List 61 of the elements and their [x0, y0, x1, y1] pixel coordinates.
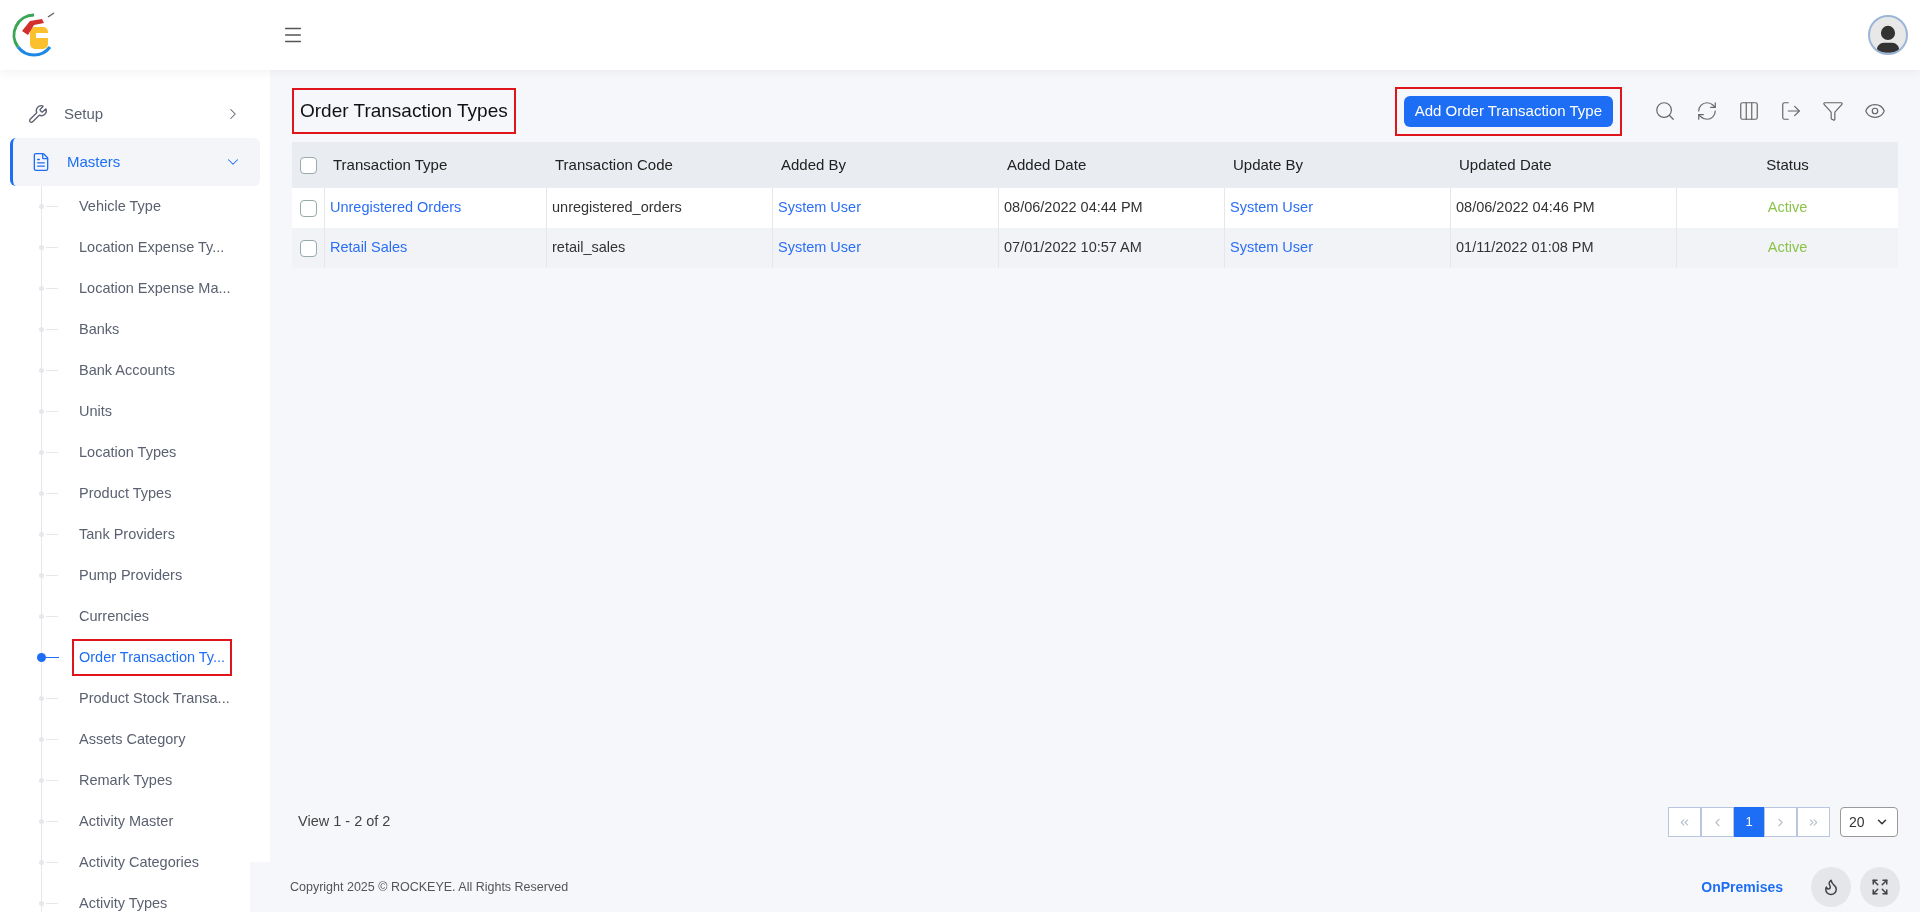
sidebar-subitem[interactable]: Activity Master: [72, 802, 181, 841]
sidebar-subitem[interactable]: Currencies: [72, 597, 157, 636]
column-header: Added By: [781, 155, 847, 173]
sidebar-subitem[interactable]: Location Expense Ma...: [72, 269, 238, 308]
sidebar-subitem[interactable]: Banks: [72, 310, 127, 349]
table-link[interactable]: System User: [1230, 237, 1313, 259]
table-link[interactable]: System User: [778, 237, 861, 259]
table-cell-text: retail_sales: [552, 238, 626, 258]
sidebar-subitem[interactable]: Units: [72, 392, 120, 431]
flame-icon: [1822, 878, 1840, 896]
copyright-text: Copyright 2025 © ROCKEYE. All Rights Reserved: [290, 878, 569, 896]
sidebar-subitem[interactable]: Location Types: [72, 433, 184, 472]
user-avatar[interactable]: [1868, 15, 1908, 55]
deployment-mode: OnPremises: [1701, 877, 1783, 897]
column-header: Added Date: [1007, 155, 1087, 173]
sidebar-subitem[interactable]: Vehicle Type: [72, 187, 168, 226]
select-all-checkbox[interactable]: [300, 156, 317, 174]
sidebar-subitem[interactable]: Order Transaction Ty...: [72, 638, 233, 677]
sidebar-subitem[interactable]: Bank Accounts: [72, 351, 182, 390]
sidebar-subitem[interactable]: Remark Types: [72, 761, 180, 800]
table-cell-text: 01/11/2022 01:08 PM: [1456, 238, 1594, 258]
fullscreen-button[interactable]: [1860, 867, 1900, 907]
column-header: Updated Date: [1459, 155, 1552, 173]
sidebar-subitem[interactable]: Activity Categories: [72, 843, 207, 882]
sidebar-item[interactable]: Setup: [10, 90, 260, 138]
row-checkbox[interactable]: [299, 199, 317, 217]
column-header: Transaction Type: [333, 155, 448, 173]
sidebar-subitem[interactable]: Tank Providers: [72, 515, 182, 554]
expand-icon: [1871, 878, 1889, 896]
status-text: Active: [1767, 198, 1808, 218]
column-header: Update By: [1233, 155, 1304, 173]
table-link[interactable]: System User: [1230, 197, 1313, 219]
tools-icon: [28, 104, 48, 124]
table-link[interactable]: Retail Sales: [330, 237, 408, 259]
sidebar-subitem[interactable]: Product Types: [72, 474, 179, 513]
sidebar-item-label: Setup: [64, 103, 105, 124]
table-cell-text: unregistered_orders: [552, 198, 682, 218]
flame-button[interactable]: [1811, 867, 1851, 907]
add-order-transaction-type-button[interactable]: Add Order Transaction Type: [1403, 95, 1613, 127]
sidebar-item[interactable]: Masters: [10, 138, 260, 186]
records-summary: View 1 - 2 of 2: [298, 812, 391, 832]
sidebar-subitem[interactable]: Activity Types: [72, 884, 175, 912]
page-button[interactable]: 1: [1734, 807, 1764, 837]
page-size-value: 20: [1849, 812, 1865, 832]
sidebar-subitem[interactable]: Location Expense Ty...: [72, 228, 232, 267]
row-checkbox[interactable]: [299, 239, 317, 257]
page-size-select[interactable]: 20: [1840, 807, 1898, 837]
column-header: Transaction Code: [555, 155, 673, 173]
table-link[interactable]: System User: [778, 197, 861, 219]
page-title: Order Transaction Types: [292, 87, 516, 135]
table-cell-text: 08/06/2022 04:44 PM: [1004, 198, 1143, 218]
table-cell-text: 07/01/2022 10:57 AM: [1004, 238, 1142, 258]
document-icon: [31, 152, 51, 172]
table-link[interactable]: Unregistered Orders: [330, 197, 462, 219]
sidebar-subitem[interactable]: Product Stock Transa...: [72, 679, 237, 718]
status-text: Active: [1767, 238, 1808, 258]
table-cell-text: 08/06/2022 04:46 PM: [1456, 198, 1595, 218]
sidebar-item-label: Masters: [67, 151, 122, 172]
column-header: Status: [1766, 155, 1809, 173]
sidebar-subitem[interactable]: Pump Providers: [72, 556, 190, 595]
sidebar-subitem[interactable]: Assets Category: [72, 720, 193, 759]
